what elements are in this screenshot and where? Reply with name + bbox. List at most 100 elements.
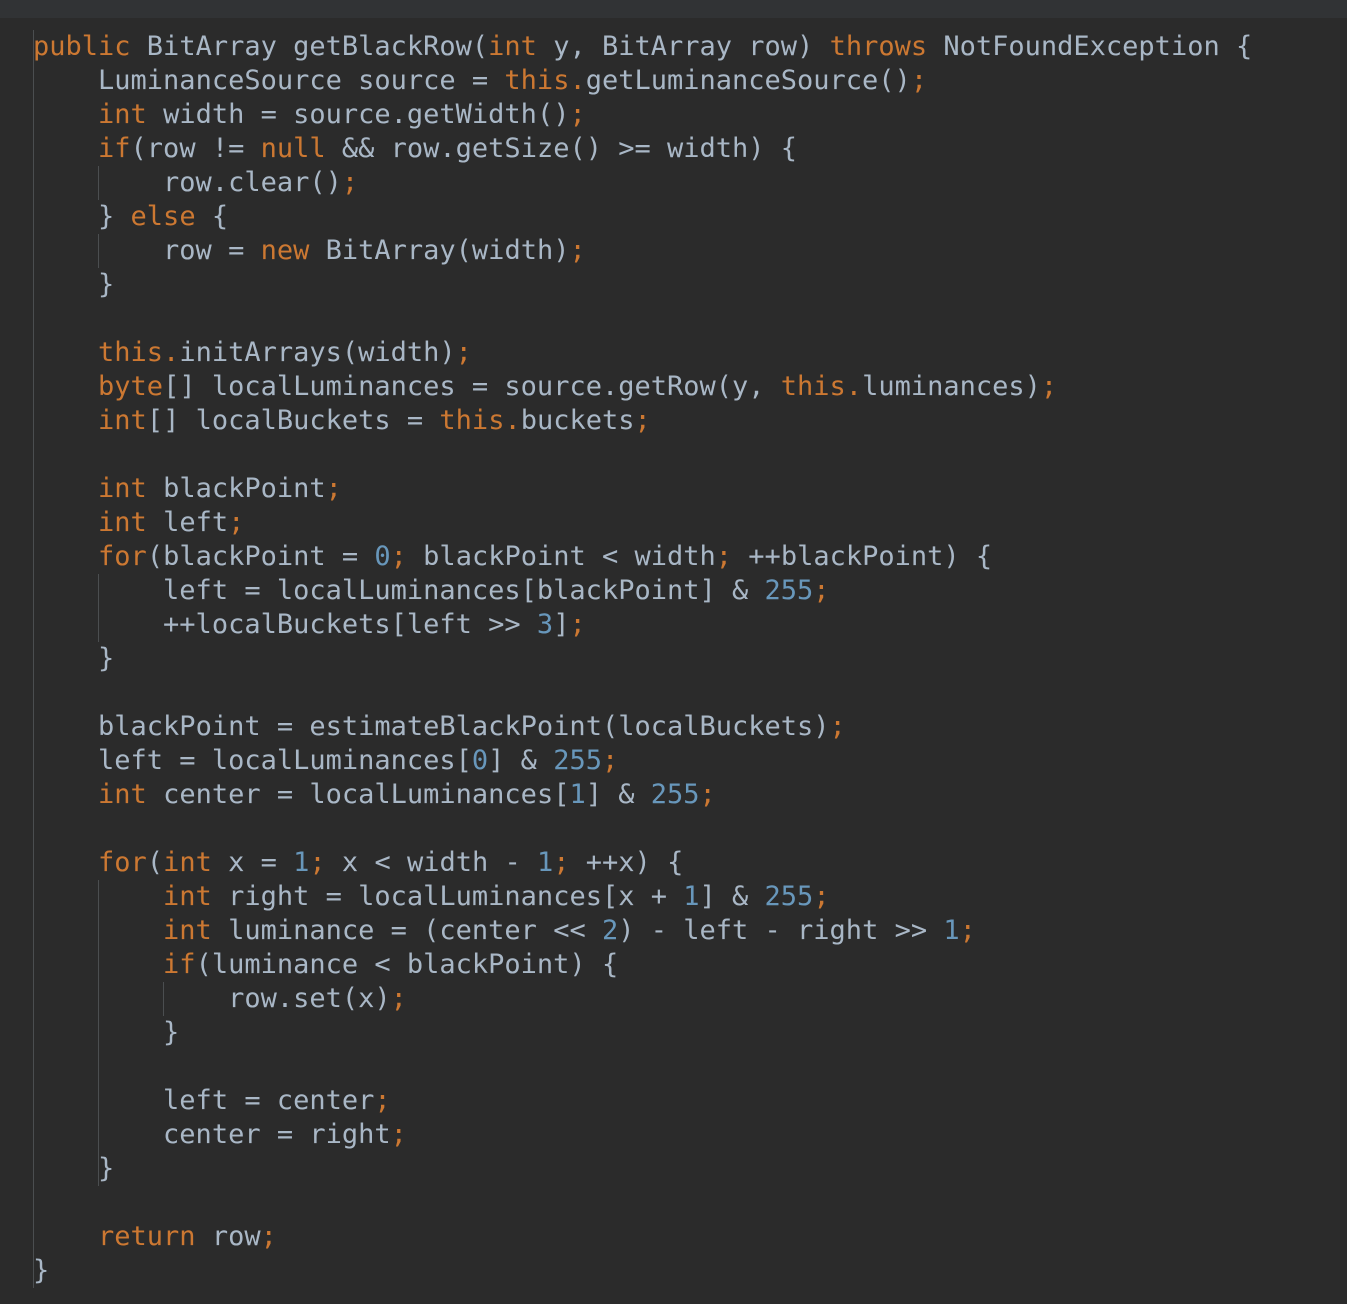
code-token: for — [98, 847, 147, 878]
code-line[interactable]: this.initArrays(width); — [33, 336, 1252, 370]
code-line[interactable]: } — [33, 1152, 1252, 1186]
code-token: } — [98, 643, 115, 674]
code-token: ; — [1040, 371, 1058, 402]
code-token: row.set(x) — [228, 983, 391, 1014]
code-token: new — [260, 235, 310, 266]
code-line[interactable]: public BitArray getBlackRow(int y, BitAr… — [33, 30, 1252, 64]
code-token: } — [163, 1017, 180, 1048]
code-token: else — [130, 201, 196, 232]
code-line[interactable]: center = right; — [33, 1118, 1252, 1152]
code-token: ++blackPoint) { — [732, 541, 993, 572]
code-token: ; — [569, 99, 586, 130]
code-line[interactable]: int[] localBuckets = this.buckets; — [33, 404, 1252, 438]
code-token: ; — [325, 473, 342, 504]
code-token: 0 — [374, 541, 391, 572]
code-line[interactable]: row = new BitArray(width); — [33, 234, 1252, 268]
code-line[interactable]: ++localBuckets[left >> 3]; — [33, 608, 1252, 642]
code-token: ; — [390, 983, 407, 1014]
code-token: ; — [309, 847, 326, 878]
code-token: ; — [390, 1119, 407, 1150]
code-token: ++x) { — [569, 847, 684, 878]
code-line[interactable]: int center = localLuminances[1] & 255; — [33, 778, 1252, 812]
code-line[interactable]: blackPoint = estimateBlackPoint(localBuc… — [33, 710, 1252, 744]
code-token: center = right — [163, 1119, 391, 1150]
code-line[interactable]: byte[] localLuminances = source.getRow(y… — [33, 370, 1252, 404]
code-token: ; — [374, 1085, 391, 1116]
code-line[interactable]: for(int x = 1; x < width - 1; ++x) { — [33, 846, 1252, 880]
code-surface[interactable]: public BitArray getBlackRow(int y, BitAr… — [0, 18, 1347, 1304]
code-token: row.clear() — [163, 167, 342, 198]
code-token: null — [260, 133, 326, 164]
code-text[interactable]: public BitArray getBlackRow(int y, BitAr… — [33, 30, 1252, 1288]
code-line[interactable]: left = localLuminances[blackPoint] & 255… — [33, 574, 1252, 608]
code-line[interactable]: if(luminance < blackPoint) { — [33, 948, 1252, 982]
code-token: ; — [260, 1221, 277, 1252]
code-token: ; — [813, 881, 830, 912]
code-line[interactable]: int left; — [33, 506, 1252, 540]
code-token: blackPoint — [146, 473, 326, 504]
code-line[interactable]: ​ — [33, 1186, 1252, 1220]
code-token: if — [98, 133, 131, 164]
code-line[interactable]: row.set(x); — [33, 982, 1252, 1016]
code-token: ; — [910, 65, 928, 96]
code-token: ; — [569, 235, 586, 266]
code-line[interactable]: int blackPoint; — [33, 472, 1252, 506]
code-line[interactable]: LuminanceSource source = this.getLuminan… — [33, 64, 1252, 98]
code-line[interactable]: for(blackPoint = 0; blackPoint < width; … — [33, 540, 1252, 574]
code-token: 1 — [569, 779, 586, 810]
code-token: 255 — [650, 779, 700, 810]
code-token: ; — [341, 167, 359, 198]
code-line[interactable]: int width = source.getWidth(); — [33, 98, 1252, 132]
code-token: 3 — [536, 609, 554, 640]
code-line[interactable]: ​ — [33, 676, 1252, 710]
code-token: ; — [959, 915, 976, 946]
code-token: blackPoint = estimateBlackPoint(localBuc… — [98, 711, 830, 742]
code-token: LuminanceSource source = — [98, 65, 505, 96]
code-line[interactable]: } else { — [33, 200, 1252, 234]
code-line[interactable]: left = localLuminances[0] & 255; — [33, 744, 1252, 778]
code-line[interactable]: } — [33, 268, 1252, 302]
code-line[interactable]: ​ — [33, 438, 1252, 472]
code-token: int — [163, 915, 212, 946]
code-token: } — [98, 201, 131, 232]
code-token: row = — [163, 235, 261, 266]
code-line[interactable]: ​ — [33, 1050, 1252, 1084]
code-line[interactable]: int luminance = (center << 2) - left - r… — [33, 914, 1252, 948]
code-line[interactable]: return row; — [33, 1220, 1252, 1254]
code-line[interactable]: if(row != null && row.getSize() >= width… — [33, 132, 1252, 166]
code-line[interactable]: } — [33, 642, 1252, 676]
code-token: 1 — [537, 847, 554, 878]
code-token: this. — [504, 65, 586, 96]
code-line[interactable]: } — [33, 1254, 1252, 1288]
code-token: int — [163, 847, 212, 878]
code-line[interactable]: int right = localLuminances[x + 1] & 255… — [33, 880, 1252, 914]
code-token: 0 — [471, 745, 489, 776]
code-line[interactable]: } — [33, 1016, 1252, 1050]
code-token: width = source.getWidth() — [146, 99, 570, 130]
code-line[interactable]: left = center; — [33, 1084, 1252, 1118]
code-token: NotFoundException { — [927, 31, 1253, 62]
code-line[interactable]: ​ — [33, 812, 1252, 846]
code-token: int — [98, 779, 147, 810]
code-token: 255 — [764, 881, 814, 912]
code-line[interactable]: ​ — [33, 302, 1252, 336]
code-token: return — [98, 1221, 196, 1252]
code-token: } — [33, 1255, 50, 1286]
code-token: } — [98, 269, 115, 300]
code-token: 255 — [764, 575, 814, 606]
code-token: int — [163, 881, 212, 912]
code-line[interactable]: row.clear(); — [33, 166, 1252, 200]
